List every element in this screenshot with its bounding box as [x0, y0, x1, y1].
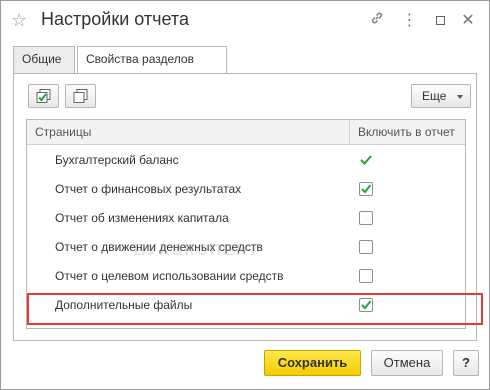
- include-checkbox[interactable]: [359, 269, 373, 283]
- maximize-icon[interactable]: [429, 10, 451, 32]
- row-label: Отчет о финансовых результатах: [55, 182, 242, 196]
- tab-general[interactable]: Общие: [13, 46, 75, 73]
- link-icon[interactable]: [366, 10, 388, 32]
- report-settings-dialog: ☆ Настройки отчета ⋮ ✕ Общие Свойства ра…: [0, 0, 490, 390]
- table-row[interactable]: Отчет об изменениях капитала: [27, 204, 465, 233]
- highlight-frame: [27, 293, 483, 325]
- include-checkbox[interactable]: [359, 211, 373, 225]
- row-label: Отчет об изменениях капитала: [55, 211, 229, 225]
- check-mark-icon[interactable]: [359, 153, 373, 167]
- table-header: Страницы Включить в отчет: [27, 120, 465, 145]
- favorite-star-icon[interactable]: ☆: [11, 10, 31, 30]
- uncheck-all-icon: [73, 89, 88, 103]
- more-menu-button[interactable]: Еще: [411, 84, 471, 108]
- table-row[interactable]: Бухгалтерский баланс: [27, 146, 465, 175]
- title-bar: ☆ Настройки отчета ⋮ ✕: [1, 1, 489, 41]
- row-label: Бухгалтерский баланс: [55, 153, 179, 167]
- help-button[interactable]: ?: [453, 350, 479, 376]
- include-checkbox[interactable]: [359, 182, 373, 196]
- row-label: Отчет о целевом использовании средств: [55, 269, 284, 283]
- check-all-icon: [36, 89, 51, 103]
- tab-panel: Еще Страницы Включить в отчет Бухгалтерс…: [13, 73, 483, 341]
- close-icon[interactable]: ✕: [457, 10, 479, 32]
- cancel-button[interactable]: Отмена: [371, 350, 443, 376]
- table-row[interactable]: Отчет о финансовых результатах: [27, 175, 465, 204]
- more-actions-icon[interactable]: ⋮: [398, 10, 420, 32]
- column-header-pages[interactable]: Страницы: [35, 120, 91, 145]
- chevron-down-icon: [457, 95, 463, 99]
- column-header-include[interactable]: Включить в отчет: [349, 120, 465, 145]
- watermark: БУХЭКСПЕРТ: [134, 242, 261, 259]
- tab-section-properties[interactable]: Свойства разделов: [77, 46, 227, 74]
- table-row[interactable]: Отчет о целевом использовании средств: [27, 262, 465, 291]
- include-checkbox[interactable]: [359, 240, 373, 254]
- check-all-button[interactable]: [28, 84, 59, 108]
- dialog-title: Настройки отчета: [41, 9, 189, 29]
- uncheck-all-button[interactable]: [65, 84, 96, 108]
- more-menu-label: Еще: [422, 89, 447, 103]
- save-button[interactable]: Сохранить: [264, 350, 361, 376]
